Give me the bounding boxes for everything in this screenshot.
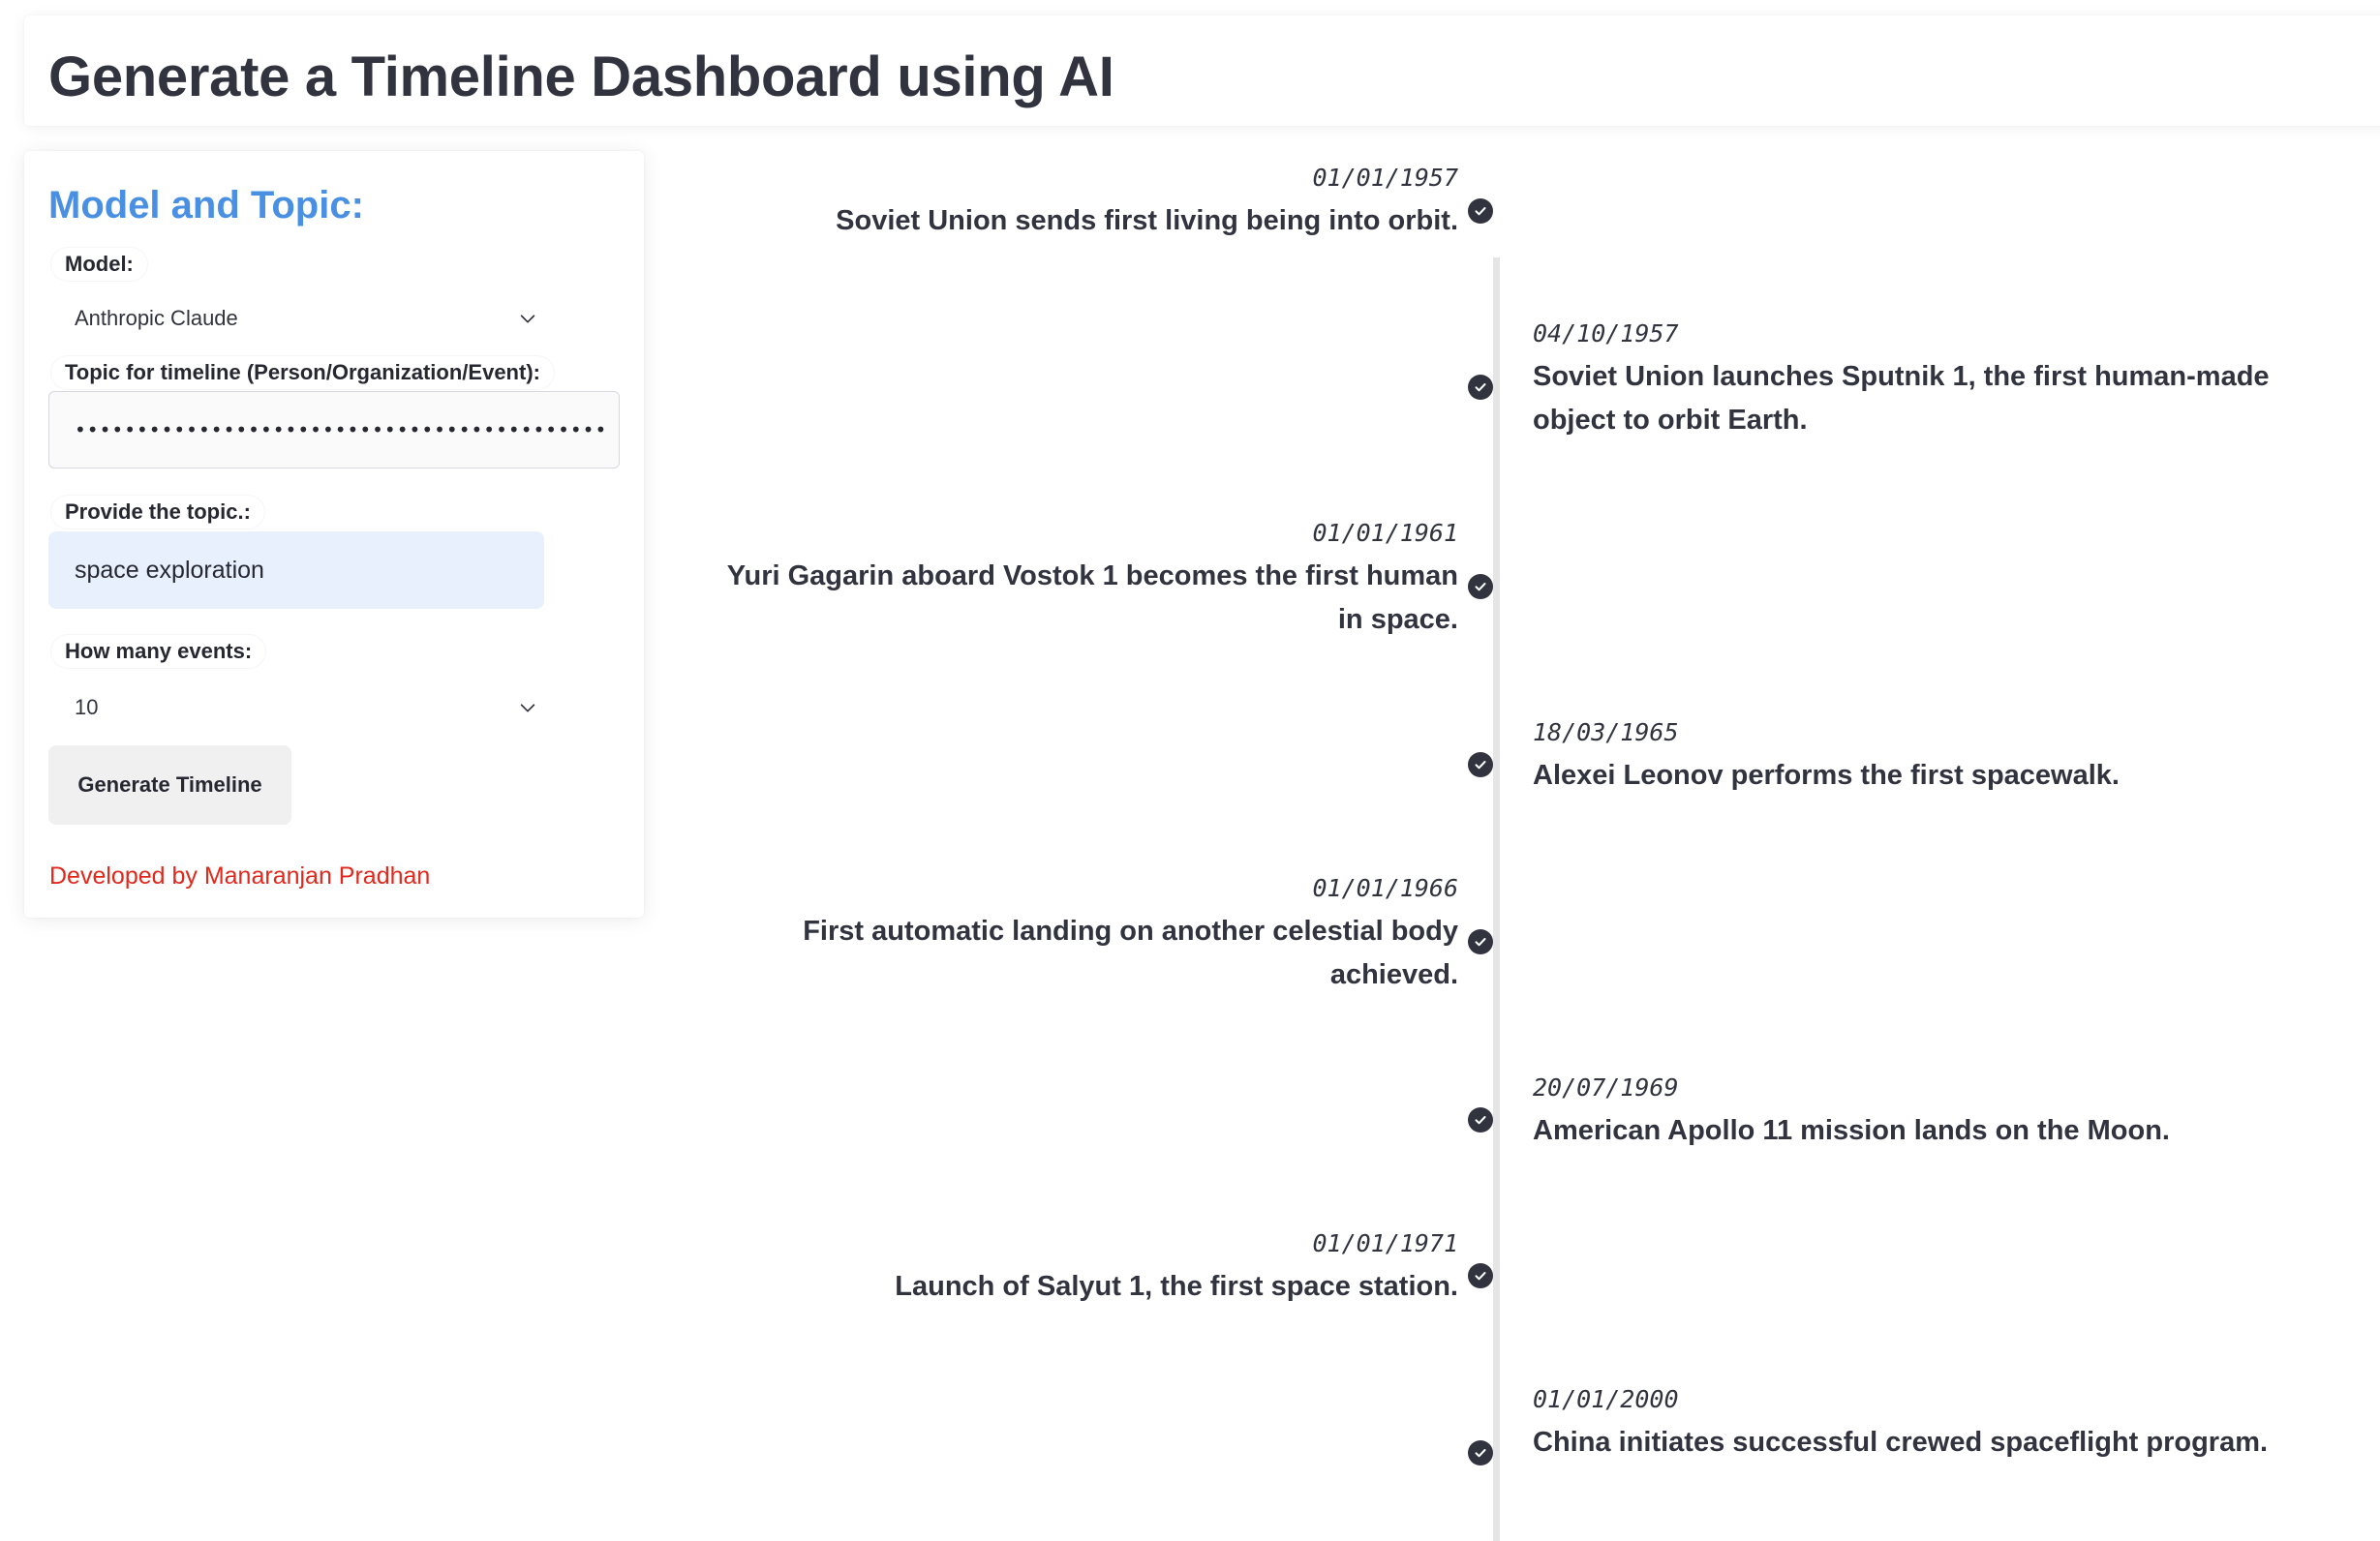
event-date: 04/10/1957 <box>1533 319 1679 347</box>
events-count-select[interactable]: 10 <box>48 674 552 741</box>
page-title: Generate a Timeline Dashboard using AI <box>48 45 1114 108</box>
topic-input[interactable]: space exploration <box>48 531 544 609</box>
check-circle-icon <box>1468 198 1493 224</box>
event-date: 01/01/1957 <box>1312 164 1458 192</box>
event-text: China initiates successful crewed spacef… <box>1533 1427 2269 1458</box>
chevron-down-icon <box>520 315 535 323</box>
check-circle-icon <box>1468 929 1493 954</box>
sidebar-card: Model and Topic: Model: Anthropic Claude… <box>24 151 644 918</box>
timeline-event: 04/10/1957 Soviet Union launches Sputnik… <box>1533 318 2298 442</box>
event-text: Soviet Union sends first living being in… <box>836 205 1458 236</box>
event-date: 01/01/2000 <box>1533 1385 1679 1413</box>
timeline-event: 20/07/1969 American Apollo 11 mission la… <box>1533 1073 2298 1153</box>
event-text: Launch of Salyut 1, the first space stat… <box>895 1271 1458 1302</box>
events-count-value: 10 <box>75 695 99 719</box>
event-text: Alexei Leonov performs the first spacewa… <box>1533 760 2120 791</box>
timeline-event: 01/01/1961 Yuri Gagarin aboard Vostok 1 … <box>722 518 1458 642</box>
check-circle-icon <box>1468 375 1493 400</box>
event-text: First automatic landing on another celes… <box>803 916 1458 990</box>
event-date: 18/03/1965 <box>1533 718 1679 746</box>
event-text: Yuri Gagarin aboard Vostok 1 becomes the… <box>726 560 1458 635</box>
check-circle-icon <box>1468 1107 1493 1133</box>
api-key-field[interactable]: ••••••••••••••••••••••••••••••••••••••••… <box>48 391 620 468</box>
timeline-axis <box>1493 257 1500 1541</box>
page-header: Generate a Timeline Dashboard using AI <box>24 15 2380 126</box>
topic-label: Provide the topic.: <box>51 496 264 529</box>
sidebar-title: Model and Topic: <box>48 184 364 227</box>
event-text: Soviet Union launches Sputnik 1, the fir… <box>1533 361 2270 436</box>
model-label: Model: <box>51 248 147 281</box>
event-date: 20/07/1969 <box>1533 1073 1679 1102</box>
event-date: 01/01/1971 <box>1312 1229 1458 1257</box>
event-date: 01/01/1966 <box>1312 874 1458 902</box>
model-select-value: Anthropic Claude <box>75 306 238 330</box>
check-circle-icon <box>1468 752 1493 777</box>
event-text: American Apollo 11 mission lands on the … <box>1533 1115 2170 1146</box>
check-circle-icon <box>1468 1440 1493 1465</box>
generate-timeline-button[interactable]: Generate Timeline <box>48 745 291 825</box>
model-select[interactable]: Anthropic Claude <box>48 285 552 352</box>
check-circle-icon <box>1468 574 1493 599</box>
events-count-label: How many events: <box>51 635 266 668</box>
event-date: 01/01/1961 <box>1312 519 1458 547</box>
developer-credit: Developed by Manaranjan Pradhan <box>49 862 431 890</box>
chevron-down-icon <box>520 704 535 712</box>
timeline-event: 01/01/1957 Soviet Union sends first livi… <box>722 163 1458 243</box>
timeline-event: 01/01/2000 China initiates successful cr… <box>1533 1384 2298 1465</box>
timeline-event: 01/01/1971 Launch of Salyut 1, the first… <box>722 1228 1458 1309</box>
timeline-event: 18/03/1965 Alexei Leonov performs the fi… <box>1533 717 2298 798</box>
app-root: Generate a Timeline Dashboard using AI M… <box>0 0 2380 1541</box>
api-key-label: Topic for timeline (Person/Organization/… <box>51 356 554 389</box>
timeline-event: 01/01/1966 First automatic landing on an… <box>722 873 1458 997</box>
check-circle-icon <box>1468 1263 1493 1288</box>
